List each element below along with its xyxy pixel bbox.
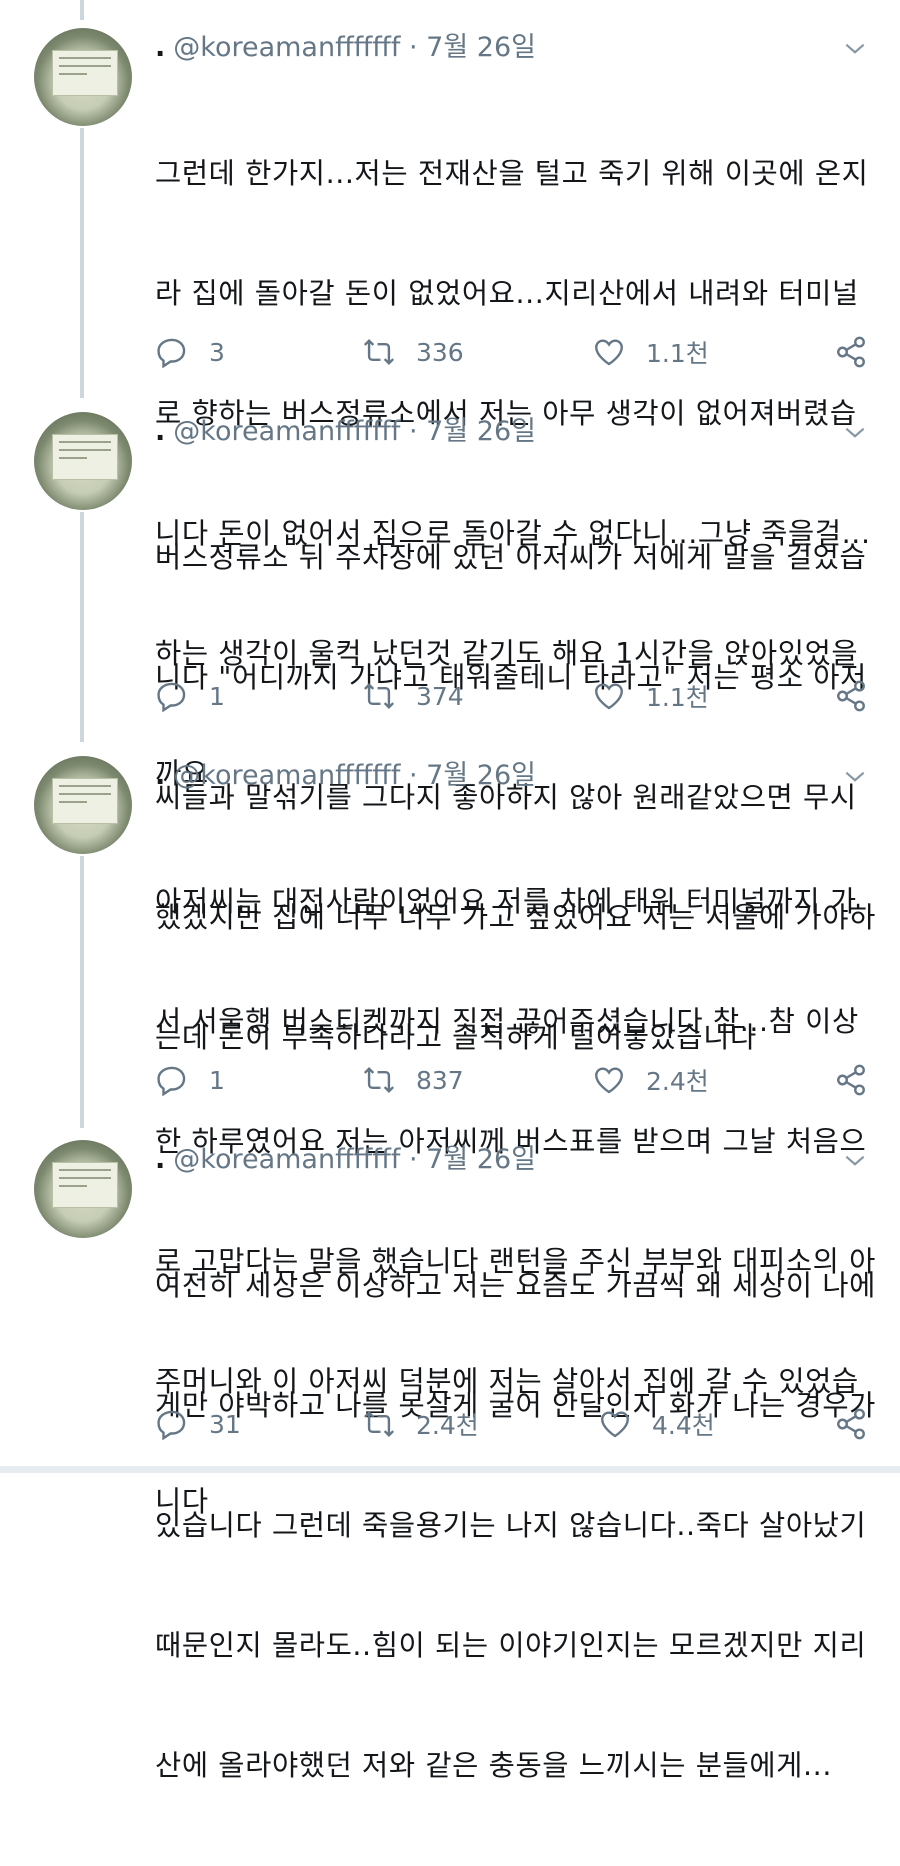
retweet-icon [363,338,395,366]
reply-button[interactable]: 3 [155,332,225,372]
avatar[interactable] [34,756,132,854]
timestamp[interactable]: · 7월 26일 [409,416,536,447]
tweet-actions: 1 374 1.1천 [0,676,900,716]
avatar[interactable] [34,412,132,510]
timestamp[interactable]: · 7월 26일 [409,760,536,791]
retweet-icon [363,1410,395,1438]
share-icon[interactable] [834,679,868,713]
reply-icon [157,1410,186,1441]
like-button[interactable]: 1.1천 [592,332,709,372]
like-button[interactable]: 1.1천 [592,676,709,716]
tweet-actions: 1 837 2.4천 [0,1060,900,1100]
tweet-text: 여전히 세상은 이상하고 저는 요즘도 가끔씩 왜 세상이 나에 게만 야박하고… [155,1186,877,1866]
timestamp[interactable]: · 7월 26일 [409,32,536,63]
like-count: 1.1천 [646,683,709,712]
timestamp[interactable]: · 7월 26일 [409,1144,536,1175]
tweet-text-line: 아저씨는 대전사람이었어요 저를 차에 태워 터미널까지 가 [155,885,857,918]
tweet-text-line: 여전히 세상은 이상하고 저는 요즘도 가끔씩 왜 세상이 나에 [155,1269,876,1302]
retweet-count: 837 [416,1065,464,1095]
heart-icon [595,339,623,366]
share-icon[interactable] [834,335,868,369]
handle[interactable]: @koreamanfffffff [173,760,400,791]
display-name[interactable]: . [155,416,165,447]
reply-count: 3 [209,337,225,367]
tweet-text-line: 버스정류소 뒤 주차장에 있던 아저씨가 저에게 말을 걸었습 [155,541,867,574]
reply-button[interactable]: 31 [155,1404,241,1444]
chevron-down-icon[interactable] [842,420,868,446]
tweet-text-line: 그런데 한가지...저는 전재산을 털고 죽기 위해 이곳에 온지 [155,157,869,190]
reply-count: 1 [209,1065,225,1095]
share-icon[interactable] [834,1407,868,1441]
chevron-down-icon[interactable] [842,36,868,62]
reply-icon [157,682,186,713]
tweet-text-line: 때문인지 몰라도..힘이 되는 이야기인지는 모르겠지만 지리 [155,1629,867,1662]
handle[interactable]: @koreamanfffffff [173,1144,400,1175]
display-name[interactable]: . [155,1144,165,1175]
tweet-actions: 3 336 1.1천 [0,332,900,372]
reply-button[interactable]: 1 [155,1060,225,1100]
heart-icon [595,1067,623,1094]
retweet-icon [363,1066,395,1094]
retweet-count: 2.4천 [416,1411,479,1440]
reply-count: 1 [209,681,225,711]
tweet-header: . @koreamanfffffff · 7월 26일 [155,1140,536,1180]
like-count: 1.1천 [646,339,709,368]
reply-icon [157,1066,186,1097]
thread-connector-top [80,0,84,20]
heart-icon [595,683,623,710]
retweet-count: 374 [416,681,464,711]
like-button[interactable]: 2.4천 [592,1060,709,1100]
handle[interactable]: @koreamanfffffff [173,32,400,63]
retweet-button[interactable]: 374 [362,676,464,716]
chevron-down-icon[interactable] [842,764,868,790]
tweet-header: . @koreamanfffffff · 7월 26일 [155,28,536,68]
like-button[interactable]: 4.4천 [598,1404,715,1444]
tweet-text-line: 산에 올라야했던 저와 같은 충동을 느끼시는 분들에게... [155,1749,832,1782]
retweet-button[interactable]: 336 [362,332,464,372]
tweet-text-line: 라 집에 돌아갈 돈이 없었어요...지리산에서 내려와 터미널 [155,277,859,310]
tweet-actions: 31 2.4천 4.4천 [0,1404,900,1444]
share-icon[interactable] [834,1063,868,1097]
avatar[interactable] [34,28,132,126]
retweet-button[interactable]: 2.4천 [362,1404,479,1444]
retweet-button[interactable]: 837 [362,1060,464,1100]
handle[interactable]: @koreamanfffffff [173,416,400,447]
like-count: 2.4천 [646,1067,709,1096]
tweet-header: . @koreamanfffffff · 7월 26일 [155,756,536,796]
tweet-text-line: 있습니다 그런데 죽을용기는 나지 않습니다..죽다 살아났기 [155,1509,867,1542]
reply-count: 31 [209,1409,241,1439]
reply-icon [157,338,186,369]
tweet-header: . @koreamanfffffff · 7월 26일 [155,412,536,452]
heart-icon [601,1411,629,1438]
retweet-icon [363,682,395,710]
reply-button[interactable]: 1 [155,676,225,716]
tweet-text-line: 서 서울행 버스티켓까지 직접 끊어주셨습니다 참...참 이상 [155,1005,859,1038]
display-name[interactable]: . [155,760,165,791]
display-name[interactable]: . [155,32,165,63]
like-count: 4.4천 [652,1411,715,1440]
chevron-down-icon[interactable] [842,1148,868,1174]
retweet-count: 336 [416,337,464,367]
avatar[interactable] [34,1140,132,1238]
bottom-divider [0,1466,900,1473]
